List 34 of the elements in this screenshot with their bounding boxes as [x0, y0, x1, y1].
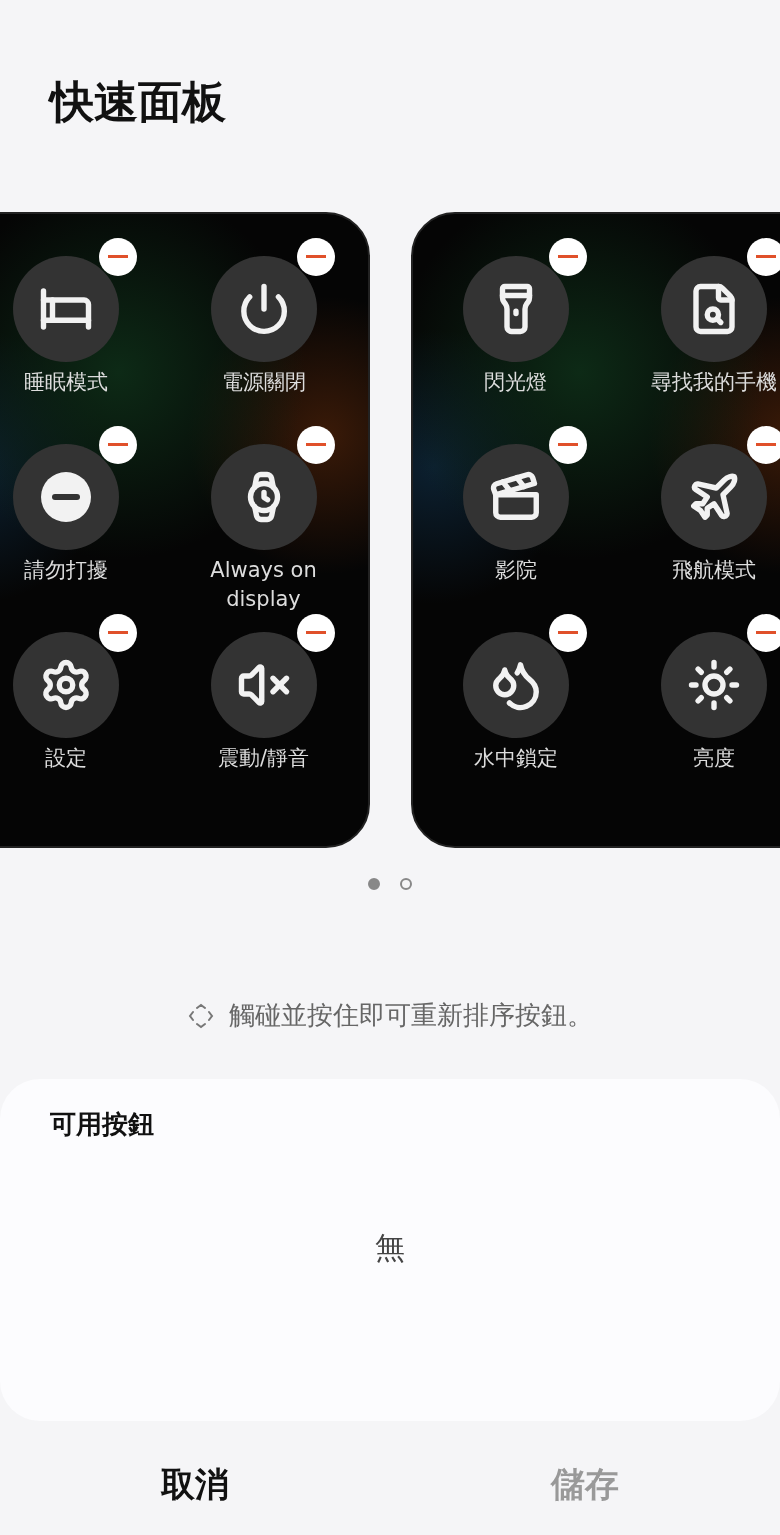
button-label: 睡眠模式	[22, 369, 109, 396]
remove-icon[interactable]	[746, 614, 780, 652]
button-label: Always on display	[209, 557, 318, 613]
card-title: 可用按鈕	[50, 1108, 155, 1141]
button-label: 電源關閉	[220, 369, 307, 396]
remove-icon[interactable]	[296, 426, 335, 464]
remove-icon[interactable]	[98, 238, 137, 276]
remove-icon[interactable]	[548, 238, 587, 276]
minus-circle-icon	[39, 471, 92, 523]
sun-icon	[686, 658, 741, 712]
remove-icon[interactable]	[548, 614, 587, 652]
button-label: 飛航模式	[670, 557, 757, 584]
remove-icon[interactable]	[98, 614, 137, 652]
remove-icon[interactable]	[548, 426, 587, 464]
action-button[interactable]: 取消	[0, 1455, 390, 1515]
hint-text: 觸碰並按住即可重新排序按鈕。	[229, 999, 593, 1032]
button-label: 請勿打擾	[22, 557, 109, 584]
page-dot[interactable]	[368, 878, 380, 890]
button-label: 水中鎖定	[472, 745, 559, 772]
reorder-icon	[187, 1001, 215, 1030]
remove-icon[interactable]	[746, 426, 780, 464]
page-title: 快速面板	[50, 75, 227, 129]
page-dot[interactable]	[400, 878, 412, 890]
empty-text: 無	[375, 1229, 405, 1267]
button-label: 亮度	[691, 745, 736, 772]
remove-icon[interactable]	[746, 238, 780, 276]
button-label: 設定	[43, 745, 88, 772]
remove-icon[interactable]	[296, 238, 335, 276]
button-label: 震動/靜音	[216, 745, 311, 772]
remove-icon[interactable]	[98, 426, 137, 464]
button-label: 影院	[493, 557, 538, 584]
remove-icon[interactable]	[296, 614, 335, 652]
button-label: 閃光燈	[483, 369, 548, 396]
button-label: 尋找我的手機	[649, 369, 778, 396]
